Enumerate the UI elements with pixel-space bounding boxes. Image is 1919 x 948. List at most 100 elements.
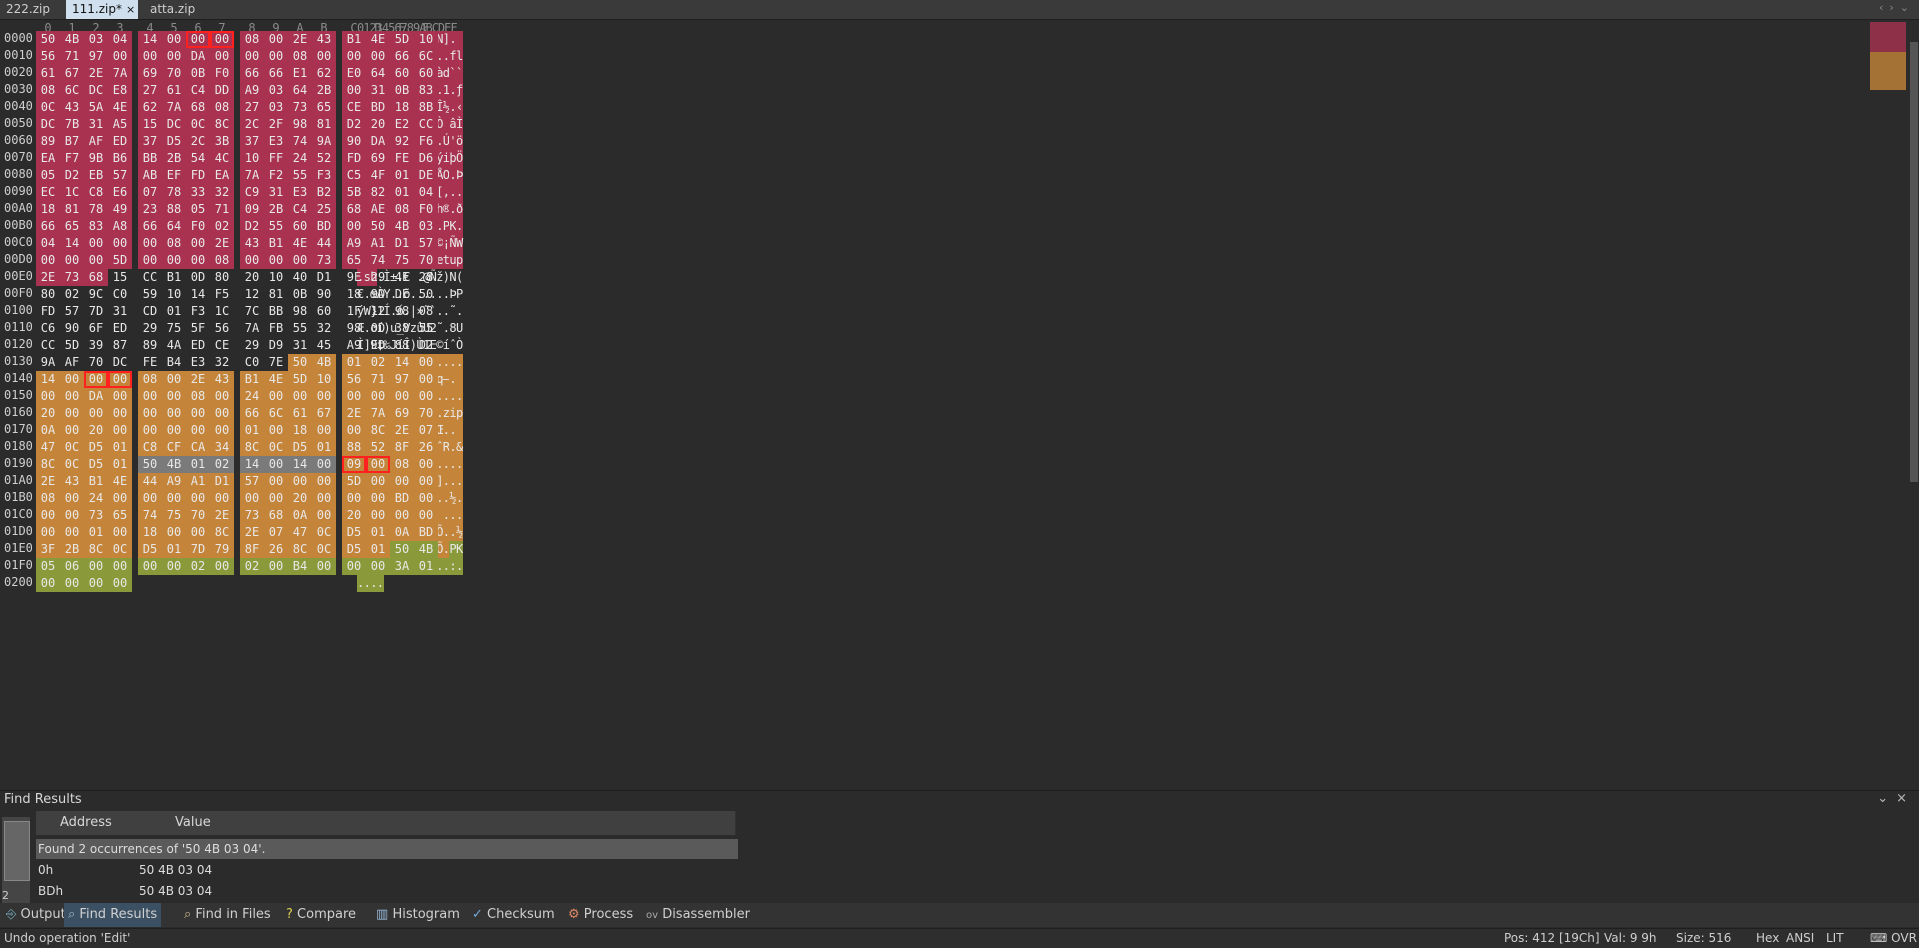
- tab-find-in-files[interactable]: ⌕ Find in Files: [184, 903, 271, 927]
- hex-byte[interactable]: F7: [60, 150, 84, 167]
- hex-byte[interactable]: 2B: [264, 201, 288, 218]
- hex-byte[interactable]: 00: [162, 252, 186, 269]
- ascii-char[interactable]: [456, 371, 463, 388]
- hex-byte[interactable]: 67: [60, 65, 84, 82]
- hex-byte[interactable]: 00: [162, 524, 186, 541]
- hex-byte[interactable]: 01: [108, 456, 132, 473]
- hex-byte[interactable]: 8F: [240, 541, 264, 558]
- hex-byte[interactable]: 2B: [162, 150, 186, 167]
- hex-byte[interactable]: 75: [162, 320, 186, 337]
- hex-byte[interactable]: 3A: [390, 558, 414, 575]
- hex-byte[interactable]: 81: [312, 116, 336, 133]
- hex-byte[interactable]: DE: [414, 167, 438, 184]
- hex-byte[interactable]: 50: [138, 456, 162, 473]
- hex-byte[interactable]: 89: [36, 133, 60, 150]
- editor-scrollbar-thumb[interactable]: [1910, 42, 1918, 482]
- ascii-char[interactable]: W: [456, 235, 463, 252]
- hex-byte[interactable]: 12: [240, 286, 264, 303]
- hex-byte[interactable]: A9: [240, 82, 264, 99]
- hex-byte[interactable]: 00: [162, 558, 186, 575]
- hex-byte[interactable]: 12: [366, 303, 390, 320]
- ascii-char[interactable]: &: [456, 439, 463, 456]
- hex-byte[interactable]: 26: [264, 541, 288, 558]
- hex-byte[interactable]: 00: [312, 48, 336, 65]
- hex-byte[interactable]: 00: [84, 575, 108, 592]
- hex-byte[interactable]: 60: [414, 65, 438, 82]
- hex-byte[interactable]: 31: [366, 82, 390, 99]
- hex-byte[interactable]: 66: [240, 65, 264, 82]
- hex-byte[interactable]: 00: [342, 388, 366, 405]
- hex-byte[interactable]: 01: [312, 439, 336, 456]
- hex-byte[interactable]: D2: [342, 116, 366, 133]
- hex-byte[interactable]: 20: [288, 490, 312, 507]
- hex-byte[interactable]: 55: [288, 167, 312, 184]
- hex-byte[interactable]: 00: [108, 48, 132, 65]
- hex-byte[interactable]: 00: [264, 252, 288, 269]
- hex-byte[interactable]: F5: [210, 286, 234, 303]
- hex-byte[interactable]: 7A: [366, 405, 390, 422]
- hex-byte[interactable]: ED: [186, 337, 210, 354]
- hex-byte[interactable]: 43: [60, 99, 84, 116]
- hex-byte[interactable]: AE: [366, 201, 390, 218]
- hex-byte[interactable]: 78: [84, 201, 108, 218]
- hex-byte[interactable]: 28: [414, 269, 438, 286]
- hex-byte[interactable]: 05: [36, 167, 60, 184]
- hex-byte[interactable]: 65: [60, 218, 84, 235]
- hex-byte[interactable]: D5: [138, 541, 162, 558]
- hex-byte[interactable]: 79: [210, 541, 234, 558]
- hex-byte[interactable]: 38: [390, 320, 414, 337]
- hex-byte[interactable]: 01: [240, 422, 264, 439]
- hex-byte[interactable]: 7A: [162, 99, 186, 116]
- hex-byte[interactable]: 69: [138, 65, 162, 82]
- hex-byte[interactable]: 88: [162, 201, 186, 218]
- hex-byte[interactable]: 5D: [342, 473, 366, 490]
- hex-byte[interactable]: 00: [186, 490, 210, 507]
- hex-byte[interactable]: 44: [312, 235, 336, 252]
- hex-byte[interactable]: F0: [210, 65, 234, 82]
- hex-byte[interactable]: 0D: [366, 320, 390, 337]
- tab-histogram[interactable]: ▥ Histogram: [376, 903, 460, 927]
- hex-byte[interactable]: B4: [162, 354, 186, 371]
- hex-byte[interactable]: 50: [414, 286, 438, 303]
- hex-byte[interactable]: E3: [264, 133, 288, 150]
- hex-byte[interactable]: 0A: [390, 524, 414, 541]
- hex-byte[interactable]: B1: [162, 269, 186, 286]
- hex-byte[interactable]: 00: [342, 48, 366, 65]
- hex-byte[interactable]: 73: [60, 269, 84, 286]
- ascii-char[interactable]: K: [456, 541, 463, 558]
- hex-byte[interactable]: 66: [138, 218, 162, 235]
- hex-byte[interactable]: 00: [186, 422, 210, 439]
- hex-byte[interactable]: 01: [162, 303, 186, 320]
- hex-byte[interactable]: 00: [366, 388, 390, 405]
- hex-byte[interactable]: 14: [390, 354, 414, 371]
- hex-byte[interactable]: E1: [288, 65, 312, 82]
- ascii-char[interactable]: (: [456, 269, 463, 286]
- hex-byte[interactable]: 08: [288, 48, 312, 65]
- hex-byte[interactable]: CE: [210, 337, 234, 354]
- hex-byte[interactable]: 08: [162, 235, 186, 252]
- hex-byte[interactable]: 00: [414, 388, 438, 405]
- hex-byte[interactable]: 29: [138, 320, 162, 337]
- hex-byte[interactable]: 2E: [210, 235, 234, 252]
- hex-byte[interactable]: 00: [138, 422, 162, 439]
- hex-byte[interactable]: 7D: [186, 541, 210, 558]
- hex-byte[interactable]: 00: [36, 507, 60, 524]
- hex-byte[interactable]: 14: [138, 31, 162, 48]
- hex-byte[interactable]: E3: [186, 354, 210, 371]
- hex-byte[interactable]: 55: [414, 320, 438, 337]
- hex-byte[interactable]: 73: [288, 99, 312, 116]
- hex-byte[interactable]: 4B: [312, 354, 336, 371]
- hex-byte[interactable]: 02: [210, 218, 234, 235]
- hex-byte[interactable]: 00: [264, 490, 288, 507]
- hex-byte[interactable]: DA: [186, 48, 210, 65]
- hex-byte[interactable]: C9: [240, 184, 264, 201]
- hex-byte[interactable]: 26: [414, 439, 438, 456]
- chevron-right-icon[interactable]: ›: [1889, 1, 1899, 14]
- hex-byte[interactable]: 90: [312, 286, 336, 303]
- hex-byte[interactable]: A8: [108, 218, 132, 235]
- hex-byte[interactable]: 15: [108, 269, 132, 286]
- hex-byte[interactable]: 00: [36, 575, 60, 592]
- hex-byte[interactable]: 4E: [288, 235, 312, 252]
- hex-byte[interactable]: 8C: [36, 456, 60, 473]
- hex-byte[interactable]: AB: [138, 167, 162, 184]
